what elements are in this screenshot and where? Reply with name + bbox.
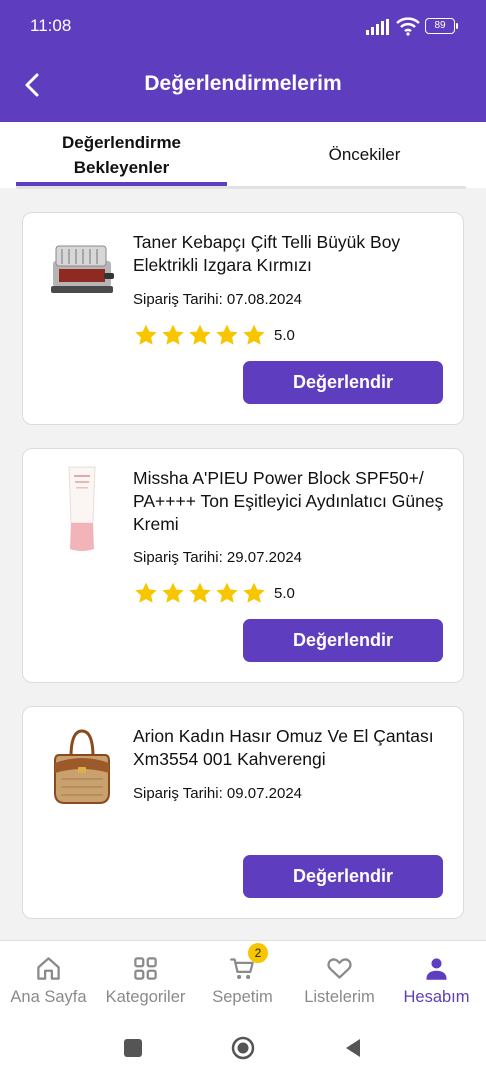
- recents-square-icon[interactable]: [121, 1036, 145, 1060]
- nav-lists[interactable]: Listelerim: [291, 941, 388, 1017]
- star-icon: [243, 582, 265, 603]
- nav-label: Ana Sayfa: [10, 988, 87, 1006]
- rating-value: 5.0: [274, 585, 295, 602]
- product-title[interactable]: Taner Kebapçı Çift Telli Büyük Boy Elekt…: [133, 231, 453, 277]
- rating-value: 5.0: [274, 327, 295, 344]
- nav-label: Listelerim: [304, 988, 375, 1006]
- star-icon: [216, 324, 238, 345]
- person-icon: [426, 958, 447, 980]
- order-date: Sipariş Tarihi: 29.07.2024: [133, 549, 302, 566]
- star-icon: [216, 582, 238, 603]
- nav-home[interactable]: Ana Sayfa: [0, 941, 97, 1017]
- star-icon: [162, 582, 184, 603]
- star-icon: [189, 324, 211, 345]
- product-image-electric-grill[interactable]: [47, 237, 117, 307]
- status-time: 11:08: [30, 16, 72, 35]
- heart-icon: [327, 958, 352, 979]
- nav-label: Kategoriler: [105, 988, 186, 1006]
- nav-cart[interactable]: 2 Sepetim: [194, 941, 291, 1017]
- system-nav-bar: [0, 1016, 486, 1080]
- product-title[interactable]: Arion Kadın Hasır Omuz Ve El Çantası Xm3…: [133, 725, 453, 771]
- rate-button[interactable]: Değerlendir: [243, 619, 443, 662]
- nav-categories[interactable]: Kategoriler: [97, 941, 194, 1017]
- rating: 5.0: [133, 323, 295, 348]
- battery-indicator: 89: [425, 18, 458, 34]
- order-card: Arion Kadın Hasır Omuz Ve El Çantası Xm3…: [22, 706, 464, 919]
- product-image-sunscreen-tube[interactable]: [47, 463, 117, 555]
- order-card: Taner Kebapçı Çift Telli Büyük Boy Elekt…: [22, 212, 464, 425]
- tab-bar: Değerlendirme Bekleyenler Öncekiler: [0, 122, 486, 188]
- order-date: Sipariş Tarihi: 09.07.2024: [133, 785, 302, 802]
- nav-label: Hesabım: [403, 988, 470, 1006]
- bottom-nav: Ana Sayfa Kategoriler 2 Sepetim Listeler…: [0, 940, 486, 1016]
- rate-button[interactable]: Değerlendir: [243, 855, 443, 898]
- back-triangle-icon[interactable]: [341, 1036, 365, 1060]
- star-icon: [243, 324, 265, 345]
- tab-pending-reviews[interactable]: Değerlendirme Bekleyenler: [16, 122, 227, 188]
- app-bar: Değerlendirmelerim: [0, 52, 486, 122]
- star-icon: [189, 582, 211, 603]
- rating: 5.0: [133, 581, 295, 606]
- tab-previous-reviews[interactable]: Öncekiler: [243, 122, 486, 188]
- order-date: Sipariş Tarihi: 07.08.2024: [133, 291, 302, 308]
- star-icon: [135, 324, 157, 345]
- page-title: Değerlendirmelerim: [144, 72, 342, 95]
- star-icon: [135, 582, 157, 603]
- tab-divider: [16, 186, 466, 189]
- nav-label: Sepetim: [212, 988, 273, 1006]
- rate-button[interactable]: Değerlendir: [243, 361, 443, 404]
- home-circle-icon[interactable]: [231, 1036, 255, 1060]
- nav-account[interactable]: Hesabım: [388, 941, 485, 1017]
- home-icon: [37, 957, 60, 980]
- grid-icon: [134, 957, 157, 980]
- cart-count-badge: 2: [248, 943, 268, 963]
- signal-icon: [366, 19, 389, 35]
- product-title[interactable]: Missha A'PIEU Power Block SPF50+/ PA++++…: [133, 467, 453, 536]
- star-icon: [162, 324, 184, 345]
- product-image-straw-bag[interactable]: [47, 727, 117, 807]
- order-card: Missha A'PIEU Power Block SPF50+/ PA++++…: [22, 448, 464, 683]
- status-bar: 11:08 89: [0, 0, 486, 52]
- wifi-icon: [396, 17, 420, 36]
